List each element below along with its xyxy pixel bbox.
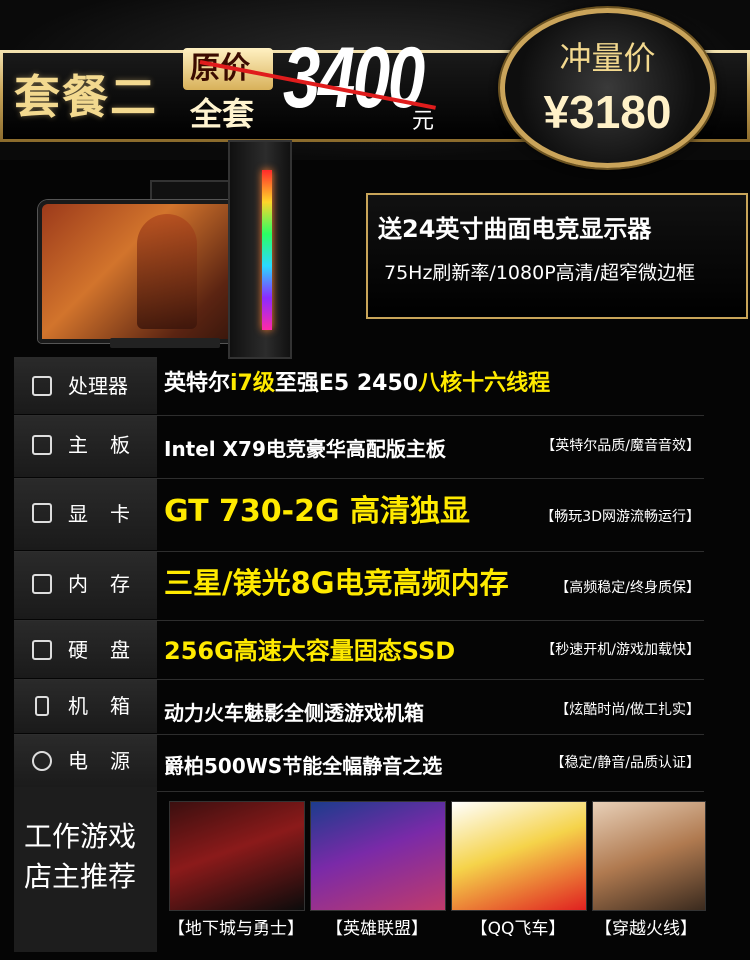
games-heading: 工作游戏 店主推荐 [24,817,136,897]
cpu-icon [32,376,52,396]
games-heading-panel: 工作游戏 店主推荐 [14,787,157,952]
spec-row-disk: 硬盘 256G高速大容量固态SSD 【秒速开机/游戏加载快】 [14,621,704,680]
gift-subtitle: 75Hz刷新率/1080P高清/超窄微边框 [384,262,696,284]
spec-note: 【英特尔品质/魔音音效】 [541,438,700,454]
promo-price: ¥3180 [543,86,672,138]
package-title: 套餐二 [14,70,158,124]
spec-note: 【秒速开机/游戏加载快】 [541,642,700,658]
spec-note: 【畅玩3D网游流畅运行】 [540,509,700,525]
price-unit: 元 [412,109,435,134]
product-poster: 套餐二 原价 全套 3400 元 冲量价 ¥3180 送24英寸曲面电竞显示器 … [0,0,750,960]
motherboard-icon [32,435,52,455]
spec-row-case: 机箱 动力火车魅影全侧透游戏机箱 【炫酷时尚/做工扎实】 [14,680,704,735]
spec-table: 处理器 英特尔i7级至强E5 2450八核十六线程 主板 Intel X79电竞… [14,357,704,792]
game-image-dnf [169,801,305,911]
spec-value: 动力火车魅影全侧透游戏机箱 [164,701,424,725]
recommended-games: 工作游戏 店主推荐 【地下城与勇士】 【英雄联盟】 【QQ飞车】 【穿越火线】 [14,787,706,952]
game-image-cf [592,801,706,911]
spec-value: Intel X79电竞豪华高配版主板 [164,437,446,461]
case-icon [35,696,49,716]
spec-row-memory: 内存 三星/镁光8G电竞高频内存 【高频稳定/终身质保】 [14,552,704,621]
game-caption: 【穿越火线】 [595,919,697,939]
game-caption: 【英雄联盟】 [326,919,428,939]
spec-label: 显卡 [68,502,152,526]
games-heading-line2: 店主推荐 [24,860,137,893]
spec-row-motherboard: 主板 Intel X79电竞豪华高配版主板 【英特尔品质/魔音音效】 [14,416,704,479]
rgb-light-strip [262,170,272,330]
monitor-stand [110,338,220,348]
games-heading-line1: 工作游戏 [24,820,137,853]
spec-label: 机箱 [68,694,152,718]
spec-row-cpu: 处理器 英特尔i7级至强E5 2450八核十六线程 [14,357,704,416]
spec-note: 【炫酷时尚/做工扎实】 [555,702,700,718]
spec-label: 硬盘 [68,638,152,662]
spec-value: 至强E5 2450 [274,371,419,396]
promo-badge-title: 冲量价 [559,39,656,77]
spec-note: 【稳定/静音/品质认证】 [550,755,700,771]
game-caption: 【地下城与勇士】 [168,919,304,939]
spec-value: GT 730-2G 高清独显 [164,494,471,529]
full-set-label: 全套 [190,95,255,133]
spec-note: 【高频稳定/终身质保】 [555,580,700,596]
disk-icon [32,640,52,660]
spec-label: 主板 [68,433,152,457]
spec-value: 英特尔 [164,371,231,396]
spec-row-power: 电源 爵柏500WS节能全幅静音之选 【稳定/静音/品质认证】 [14,735,704,792]
game-image-lol [310,801,446,911]
spec-row-gpu: 显卡 GT 730-2G 高清独显 【畅玩3D网游流畅运行】 [14,479,704,552]
spec-value-highlight: 八核十六线程 [418,371,551,396]
game-caption: 【QQ飞车】 [470,919,566,939]
spec-label: 处理器 [68,374,128,398]
gpu-icon [32,503,52,523]
spec-label: 电源 [68,749,152,773]
gift-title: 送24英寸曲面电竞显示器 [378,215,652,243]
original-price: 3400 [283,30,425,126]
header: 套餐二 原价 全套 3400 元 冲量价 ¥3180 [0,0,750,168]
game-image-qqspeed [451,801,587,911]
pc-tower [228,140,292,359]
spec-label: 内存 [68,572,152,596]
spec-value-highlight: i7级 [230,371,275,396]
power-icon [32,751,52,771]
memory-icon [32,574,52,594]
spec-value: 三星/镁光8G电竞高频内存 [164,566,509,600]
spec-value: 爵柏500WS节能全幅静音之选 [164,754,443,778]
spec-value: 256G高速大容量固态SSD [164,637,456,665]
